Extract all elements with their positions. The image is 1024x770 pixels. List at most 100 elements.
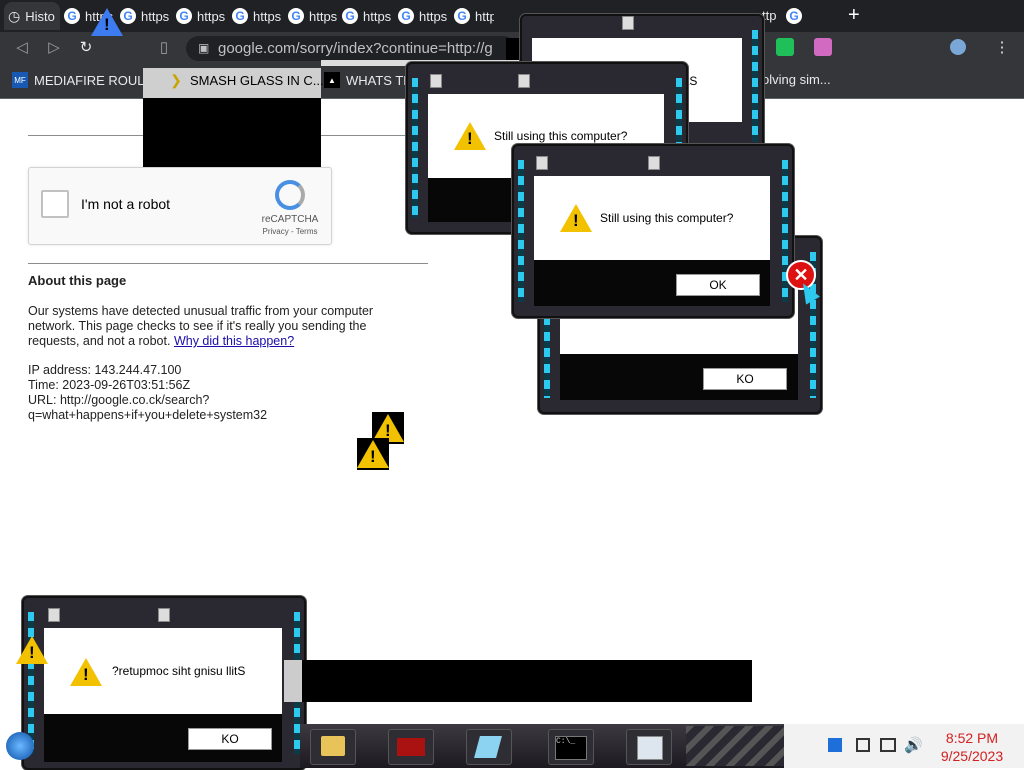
warning-icon: [91, 6, 123, 36]
dialog-front[interactable]: Still using this computer? OK: [512, 144, 794, 318]
recaptcha-brand: reCAPTCHA: [261, 214, 319, 225]
lock-icon: ▣: [198, 41, 210, 55]
warning-icon: [357, 438, 389, 470]
google-icon: G: [342, 8, 358, 24]
warning-icon: [70, 658, 102, 686]
bookmark-whats-this[interactable]: ▲ WHATS TH: [324, 72, 413, 88]
taskbar-cmd[interactable]: C:\_: [548, 729, 594, 765]
recaptcha-privacy-terms[interactable]: Privacy - Terms: [259, 227, 321, 236]
black-glitch-bar: [284, 660, 752, 702]
ip-address: IP address: 143.244.47.100: [28, 363, 182, 377]
dialog-title-block: [648, 156, 660, 170]
taskbar-explorer[interactable]: [310, 729, 356, 765]
tab-label: https: [309, 8, 338, 24]
menu-icon[interactable]: ⋮: [992, 38, 1012, 58]
folder-icon: [321, 736, 345, 756]
monitor-icon: [637, 736, 663, 760]
tab-label: https: [363, 8, 392, 24]
bookmark-label: WHATS TH: [346, 72, 413, 88]
ok-button[interactable]: OK: [676, 274, 760, 296]
google-icon: G: [454, 8, 470, 24]
tab-label: https: [197, 8, 226, 24]
tab-history[interactable]: ◷ Histo: [4, 2, 60, 30]
taskbar-clock[interactable]: 8:52 PM 9/25/2023: [930, 729, 1014, 765]
bookmark-icon[interactable]: ▯: [154, 38, 174, 58]
why-link[interactable]: Why did this happen?: [174, 334, 294, 348]
taskbar-app-blue[interactable]: [466, 729, 512, 765]
divider: [28, 263, 428, 264]
clock-time: 8:52 PM: [945, 730, 999, 746]
google-icon: G: [232, 8, 248, 24]
dialog-title-block: [158, 608, 170, 622]
back-icon[interactable]: ◁: [12, 38, 32, 58]
dialog-title-block: [48, 608, 60, 622]
url-line-1: URL: http://google.co.ck/search?: [28, 393, 210, 407]
warning-icon: [454, 122, 486, 150]
bookmark-label: SMASH GLASS IN C...: [190, 72, 324, 88]
dialog-title-block: [518, 74, 530, 88]
tab-google-2[interactable]: Ghttps: [120, 2, 172, 30]
warning-icon: [560, 204, 592, 232]
dialog-frame-strip: [412, 78, 418, 218]
volume-icon[interactable]: 🔊: [904, 736, 923, 754]
captcha-label: I'm not a robot: [81, 196, 171, 212]
reload-icon[interactable]: ↻: [76, 38, 96, 58]
tab-google-5[interactable]: Ghttps: [288, 2, 338, 30]
taskbar-app-red[interactable]: [388, 729, 434, 765]
dialog-frame-strip: [752, 30, 758, 142]
recaptcha-logo-icon: [275, 180, 305, 210]
dialog-message: Still using this computer?: [600, 211, 734, 225]
ko-button[interactable]: KO: [188, 728, 272, 750]
dialog-message: Still using this computer?: [494, 129, 628, 143]
bookmark-smash-glass[interactable]: ❯ SMASH GLASS IN C...: [168, 72, 324, 88]
clock-date: 9/25/2023: [940, 748, 1004, 764]
dialog-title-block: [622, 16, 634, 30]
glitch-edge: [284, 660, 302, 702]
cmd-icon: C:\_: [555, 736, 587, 760]
time-line: Time: 2023-09-26T03:51:56Z: [28, 378, 191, 392]
tab-google-7[interactable]: Ghttps: [398, 2, 450, 30]
about-title: About this page: [28, 273, 127, 288]
address-bar[interactable]: ▣ google.com/sorry/index?continue=http:/…: [186, 36, 516, 61]
action-center-icon[interactable]: [856, 738, 870, 752]
tab-label: https: [253, 8, 282, 24]
profile-icon[interactable]: [950, 39, 966, 55]
tab-google-3[interactable]: Ghttps: [176, 2, 228, 30]
dialog-frame-strip: [28, 612, 34, 754]
about-text: Our systems have detected unusual traffi…: [28, 304, 398, 349]
tab-google-6[interactable]: Ghttps: [342, 2, 394, 30]
mediafire-icon: MF: [12, 72, 28, 88]
app-icon: [397, 738, 425, 756]
new-tab-button[interactable]: +: [848, 4, 860, 27]
forward-icon[interactable]: ▷: [44, 38, 64, 58]
google-icon: G: [288, 8, 304, 24]
start-button[interactable]: [0, 724, 34, 768]
tab-google-4[interactable]: Ghttps: [232, 2, 284, 30]
extension-icon[interactable]: [814, 38, 832, 56]
taskbar-monitor[interactable]: [626, 729, 672, 765]
app-icon: [474, 736, 502, 758]
bookmark-label: olving sim...: [762, 72, 831, 87]
language-icon[interactable]: [828, 738, 842, 752]
dialog-title-block: [536, 156, 548, 170]
google-icon[interactable]: G: [786, 8, 802, 24]
chevron-icon: ❯: [170, 71, 182, 88]
dialog-bottom-left[interactable]: ?retupmoc siht gnisu llitS KO: [22, 596, 306, 770]
url-line-2: q=what+happens+if+you+delete+system32: [28, 408, 268, 422]
taskbar-decor: [686, 726, 786, 766]
ko-button[interactable]: KO: [703, 368, 787, 390]
dialog-frame-strip: [518, 160, 524, 302]
captcha-checkbox[interactable]: [41, 190, 69, 218]
recaptcha-widget: I'm not a robot reCAPTCHA Privacy - Term…: [28, 167, 332, 245]
tab-fragment: ttp: [762, 8, 777, 23]
google-icon: G: [398, 8, 414, 24]
extension-icon[interactable]: [776, 38, 794, 56]
dialog-message: ?retupmoc siht gnisu llitS: [112, 664, 246, 678]
hat-icon: ▲: [324, 72, 340, 88]
tab-label: https: [475, 8, 494, 24]
bookmark-solving[interactable]: olving sim...: [762, 72, 831, 87]
tab-label: Histo: [25, 8, 55, 24]
tab-label: https: [141, 8, 170, 24]
tab-google-8[interactable]: Ghttps: [454, 2, 494, 30]
network-icon[interactable]: [880, 738, 896, 752]
